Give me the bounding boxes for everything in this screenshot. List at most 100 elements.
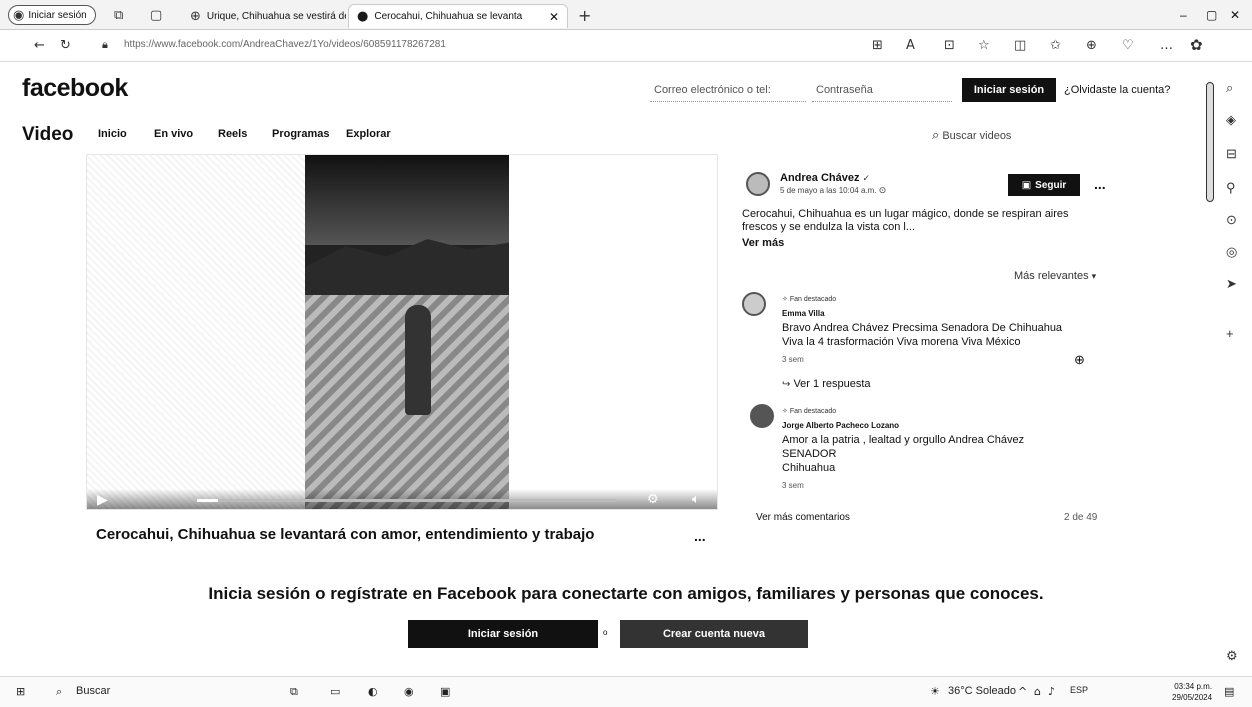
facebook-icon: ● <box>357 9 369 24</box>
app-icon[interactable]: ⊡ <box>944 38 955 53</box>
cta-login-button[interactable]: Iniciar sesión <box>408 620 598 648</box>
back-icon[interactable]: ← <box>34 38 45 53</box>
edge-icon[interactable]: ◐ <box>368 685 378 698</box>
close-window-button[interactable]: ✕ <box>1230 8 1240 22</box>
comment-time[interactable]: 3 sem <box>782 479 1024 493</box>
fan-badge-label: Fan destacado <box>789 408 837 415</box>
file-explorer-icon[interactable]: ▭ <box>330 685 340 698</box>
notifications-icon[interactable]: ▤ <box>1224 685 1234 698</box>
windows-start-icon[interactable]: ⊞ <box>16 685 25 698</box>
chrome-icon[interactable]: ◉ <box>404 685 414 698</box>
chevron-up-icon[interactable]: ^ <box>1018 685 1027 698</box>
tools-icon[interactable]: ⚲ <box>1226 180 1236 196</box>
follow-icon: ▣ <box>1021 179 1032 191</box>
view-replies-link[interactable]: ↪ Ver 1 respuesta <box>782 378 871 390</box>
tab-urique[interactable]: ⊕ Urique, Chihuahua se vestirá de ✕ <box>182 4 346 28</box>
commenter-name[interactable]: Emma Villa <box>782 307 1062 321</box>
taskbar: ⊞ ⌕ Buscar ⧉ ▭ ◐ ◉ ▣ ☀ 36°C Soleado ^ ⌂ … <box>0 676 1252 707</box>
url-text[interactable]: https://www.facebook.com/AndreaChavez/1Y… <box>124 39 446 50</box>
video-title: Cerocahui, Chihuahua se levantará con am… <box>96 526 595 543</box>
app-taskbar-icon[interactable]: ▣ <box>440 685 450 698</box>
read-aloud-icon[interactable]: A <box>906 38 915 53</box>
comment-sort-dropdown[interactable]: Más relevantes ▾ <box>1014 270 1096 282</box>
video-search[interactable]: ⌕ Buscar videos <box>932 128 1011 143</box>
tab-actions-icon[interactable]: ▢ <box>150 8 162 23</box>
search-sidebar-icon[interactable]: ⌕ <box>1226 80 1233 96</box>
comment-time[interactable]: 3 sem <box>782 353 1062 367</box>
search-icon: ⌕ <box>932 128 940 143</box>
commenter-avatar[interactable] <box>750 404 774 428</box>
extensions-icon[interactable]: ♡ <box>1122 38 1134 53</box>
minimize-button[interactable]: – <box>1180 8 1187 22</box>
new-tab-icon[interactable]: + <box>578 6 591 25</box>
nav-en-vivo[interactable]: En vivo <box>154 128 193 140</box>
weather-text[interactable]: 36°C Soleado <box>948 685 1016 697</box>
forgot-account-link[interactable]: ¿Olvidaste la cuenta? <box>1064 84 1170 96</box>
network-icon[interactable]: ⌂ <box>1034 685 1041 698</box>
password-field[interactable]: Contraseña <box>812 80 952 102</box>
profile-label: Iniciar sesión <box>28 9 87 21</box>
profile-button[interactable]: ◉ Iniciar sesión <box>8 5 96 25</box>
see-more-link[interactable]: Ver más <box>742 237 784 249</box>
fan-badge: ✧ Fan destacado <box>782 404 1024 419</box>
workspaces-icon[interactable]: ⧉ <box>114 8 123 23</box>
outlook-icon[interactable]: ◎ <box>1226 244 1237 260</box>
shopping-icon[interactable]: ⊟ <box>1226 146 1237 162</box>
collections-icon[interactable]: ⊕ <box>1086 38 1097 53</box>
post-more-button[interactable]: ... <box>1094 176 1106 192</box>
nav-explorar[interactable]: Explorar <box>346 128 391 140</box>
task-view-icon[interactable]: ⧉ <box>290 685 298 699</box>
sidebar-settings-icon[interactable]: ⚙ <box>1226 648 1238 664</box>
clock[interactable]: 03:34 p.m. 29/05/2024 <box>1172 681 1212 703</box>
play-icon[interactable]: ▶ <box>97 491 108 508</box>
add-sidebar-icon[interactable]: + <box>1226 326 1234 341</box>
video-more-button[interactable]: ... <box>694 528 706 544</box>
video-player[interactable]: ▶ ⚙ 🔈︎ <box>86 154 718 510</box>
follow-button[interactable]: ▣ Seguir <box>1008 174 1080 196</box>
author-name: Andrea Chávez <box>780 172 860 184</box>
globe-icon: ⊙ <box>878 186 887 196</box>
tab-cerocahui[interactable]: ● Cerocahui, Chihuahua se levanta ✕ <box>348 4 568 28</box>
login-button[interactable]: Iniciar sesión <box>962 78 1056 102</box>
volume-icon[interactable]: 🔈︎ <box>692 491 700 507</box>
post-author[interactable]: Andrea Chávez ✓ <box>780 172 870 184</box>
split-screen-icon[interactable]: ◫ <box>1014 38 1026 53</box>
grid-icon[interactable]: ⊞ <box>872 38 883 53</box>
view-replies-label: Ver 1 respuesta <box>793 378 871 390</box>
tab-close-icon[interactable]: ✕ <box>549 10 559 24</box>
sort-label: Más relevantes <box>1014 270 1089 282</box>
video-progress-fill <box>197 499 218 502</box>
comment-line: Bravo Andrea Chávez Precsima Senadora De… <box>782 322 1063 334</box>
nav-reels[interactable]: Reels <box>218 128 247 140</box>
post-date[interactable]: 5 de mayo a las 10:04 a.m. ⊙ <box>780 186 886 196</box>
settings-gear-icon[interactable]: ⚙ <box>647 491 659 507</box>
comment: ✧ Fan destacado Jorge Alberto Pacheco Lo… <box>782 404 1024 493</box>
commenter-name[interactable]: Jorge Alberto Pacheco Lozano <box>782 419 1024 433</box>
copilot-icon[interactable]: ✿ <box>1190 36 1203 54</box>
more-comments-link[interactable]: Ver más comentarios <box>756 512 850 523</box>
page-scrollbar[interactable] <box>1206 82 1214 202</box>
browser-menu-icon[interactable]: … <box>1160 38 1173 53</box>
video-sky <box>305 155 509 245</box>
chevron-down-icon: ▾ <box>1091 272 1097 282</box>
email-field[interactable]: Correo electrónico o tel: <box>650 80 806 102</box>
office-icon[interactable]: ⊙ <box>1226 212 1237 228</box>
maximize-button[interactable]: ▢ <box>1206 8 1217 22</box>
create-account-button[interactable]: Crear cuenta nueva <box>620 620 808 648</box>
nav-programas[interactable]: Programas <box>272 128 329 140</box>
taskbar-search[interactable]: Buscar <box>76 685 110 697</box>
video-frame[interactable] <box>305 155 509 509</box>
send-icon[interactable]: ➤ <box>1226 276 1237 292</box>
favorite-star-icon[interactable]: ☆ <box>978 38 990 53</box>
lock-icon: 🔒︎ <box>102 38 108 51</box>
language-indicator[interactable]: ESP <box>1070 685 1088 695</box>
refresh-icon[interactable]: ↻ <box>60 38 71 53</box>
author-avatar[interactable] <box>746 172 770 196</box>
facebook-logo[interactable]: facebook <box>22 74 128 103</box>
commenter-avatar[interactable] <box>742 292 766 316</box>
tag-icon[interactable]: ◈ <box>1226 112 1236 128</box>
speaker-icon[interactable]: ♪ <box>1048 685 1055 698</box>
nav-inicio[interactable]: Inicio <box>98 128 127 140</box>
favorites-icon[interactable]: ✩ <box>1050 38 1061 53</box>
video-progress-bar[interactable] <box>197 499 617 502</box>
